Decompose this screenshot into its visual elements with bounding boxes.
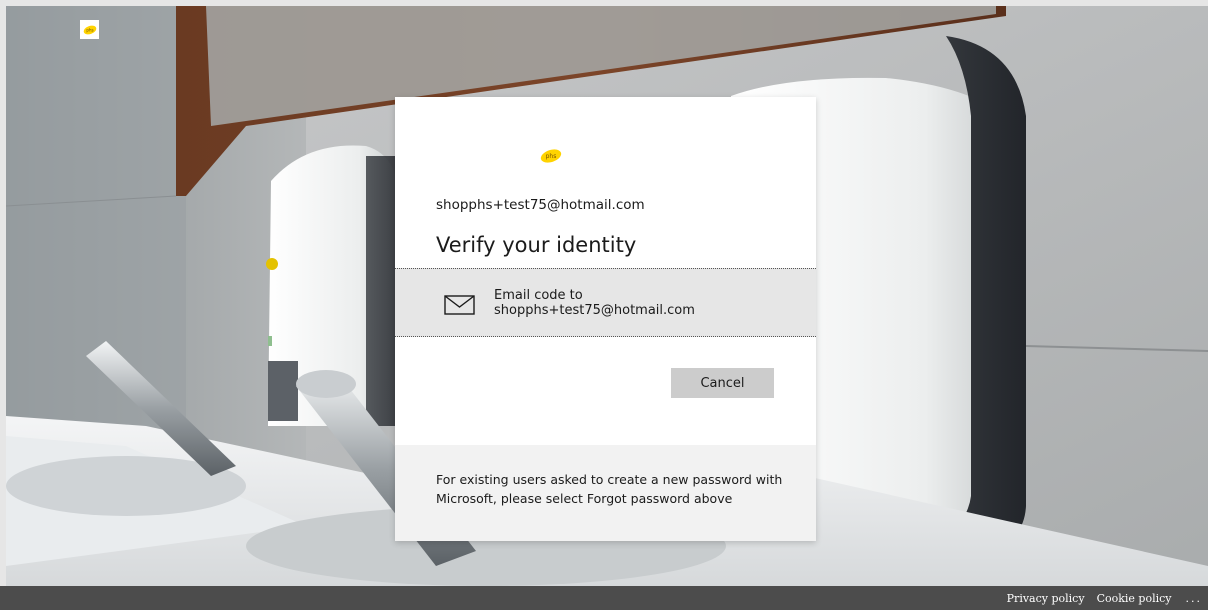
brand-logo: phs xyxy=(539,148,563,164)
verify-identity-card: phs shopphs+test75@hotmail.com Verify yo… xyxy=(395,97,816,541)
footer-links: Privacy policy Cookie policy ... xyxy=(995,586,1202,610)
svg-text:phs: phs xyxy=(546,153,557,160)
phs-logo-icon: phs xyxy=(540,149,562,163)
email-code-option[interactable]: Email code to shopphs+test75@hotmail.com xyxy=(395,268,816,337)
bottom-bar: Privacy policy Cookie policy ... xyxy=(0,586,1208,610)
cancel-button[interactable]: Cancel xyxy=(671,368,774,398)
more-options-icon[interactable]: ... xyxy=(1186,592,1203,605)
svg-text:phs: phs xyxy=(86,27,93,32)
account-email: shopphs+test75@hotmail.com xyxy=(436,197,645,213)
cookie-policy-link[interactable]: Cookie policy xyxy=(1097,592,1172,605)
page: phs phs shopphs+test75@hotmail.com Verif… xyxy=(0,0,1208,610)
option-line-2: shopphs+test75@hotmail.com xyxy=(494,303,695,318)
footer-note: For existing users asked to create a new… xyxy=(436,472,783,506)
brand-logo-corner: phs xyxy=(80,20,99,39)
option-line-1: Email code to xyxy=(494,288,583,303)
card-footer: For existing users asked to create a new… xyxy=(395,445,816,541)
phs-logo-icon: phs xyxy=(83,25,96,34)
privacy-policy-link[interactable]: Privacy policy xyxy=(1007,592,1085,605)
page-title: Verify your identity xyxy=(436,233,637,257)
email-code-option-text: Email code to shopphs+test75@hotmail.com xyxy=(494,288,695,318)
envelope-icon xyxy=(444,295,475,315)
